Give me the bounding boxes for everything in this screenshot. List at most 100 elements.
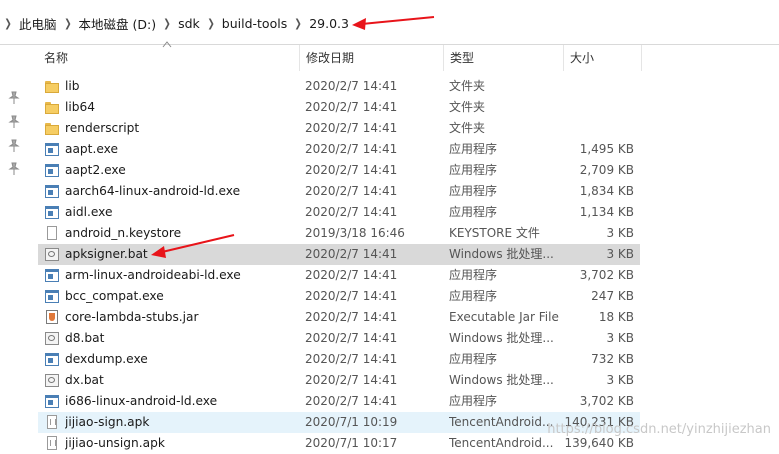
file-type: 应用程序 [449, 205, 498, 219]
breadcrumb-item-this-pc[interactable]: 此电脑 [16, 14, 60, 33]
file-row[interactable]: aapt2.exe 2020/2/7 14:41 应用程序 2,709 KB [38, 160, 640, 181]
file-row[interactable]: aapt.exe 2020/2/7 14:41 应用程序 1,495 KB [38, 139, 640, 160]
file-size: 3 KB [606, 226, 634, 240]
file-size: 1,134 KB [579, 205, 634, 219]
breadcrumb-item-sdk[interactable]: sdk [175, 16, 203, 31]
file-name: core-lambda-stubs.jar [65, 310, 199, 324]
file-name: aidl.exe [65, 205, 113, 219]
apk-icon [44, 436, 60, 451]
breadcrumb-item-version[interactable]: 29.0.3 [306, 16, 352, 31]
file-name: aapt2.exe [65, 163, 126, 177]
address-bar[interactable]: ❯ 此电脑 ❯ 本地磁盘 (D:) ❯ sdk ❯ build-tools ❯ … [0, 0, 779, 45]
chevron-right-icon[interactable]: ❯ [2, 17, 15, 30]
file-row[interactable]: dexdump.exe 2020/2/7 14:41 应用程序 732 KB [38, 349, 640, 370]
file-date: 2020/2/7 14:41 [305, 142, 398, 156]
column-header-size[interactable]: 大小 [564, 45, 642, 71]
file-type: Executable Jar File [449, 310, 559, 324]
file-type: 应用程序 [449, 268, 498, 282]
exe-icon [44, 352, 60, 367]
file-size [558, 76, 634, 97]
file-type: 应用程序 [449, 184, 498, 198]
file-date: 2020/2/7 14:41 [305, 394, 398, 408]
file-row[interactable]: core-lambda-stubs.jar 2020/2/7 14:41 Execu… [38, 307, 640, 328]
file-type: 应用程序 [449, 289, 498, 303]
pin-icon[interactable] [7, 162, 21, 176]
file-name: dexdump.exe [65, 352, 148, 366]
file-icon-cell [44, 370, 60, 391]
file-row[interactable]: aidl.exe 2020/2/7 14:41 应用程序 1,134 KB [38, 202, 640, 223]
breadcrumb-item-drive-d[interactable]: 本地磁盘 (D:) [76, 14, 160, 33]
file-date: 2020/2/7 14:41 [305, 373, 398, 387]
file-type: 文件夹 [449, 121, 486, 135]
file-row[interactable]: arm-linux-androideabi-ld.exe 2020/2/7 14:… [38, 265, 640, 286]
column-header-name[interactable]: 名称 [38, 45, 300, 71]
file-name: apksigner.bat [65, 247, 148, 261]
file-size: 247 KB [591, 289, 634, 303]
file-icon-cell [44, 349, 60, 370]
file-size: 3,702 KB [579, 268, 634, 282]
file-size: 732 KB [591, 352, 634, 366]
file-row[interactable]: lib64 2020/2/7 14:41 文件夹 [38, 97, 640, 118]
file-date: 2019/3/18 16:46 [305, 226, 405, 240]
chevron-right-icon[interactable]: ❯ [292, 17, 305, 30]
file-row[interactable]: d8.bat 2020/2/7 14:41 Windows 批处理... 3 KB [38, 328, 640, 349]
file-name: arm-linux-androideabi-ld.exe [65, 268, 241, 282]
pin-icon[interactable] [7, 139, 21, 153]
file-name: aapt.exe [65, 142, 118, 156]
file-name: jijiao-sign.apk [65, 415, 150, 429]
file-name: aarch64-linux-android-ld.exe [65, 184, 241, 198]
pin-icon[interactable] [7, 115, 21, 129]
chevron-right-icon[interactable]: ❯ [61, 17, 74, 30]
file-date: 2020/2/7 14:41 [305, 247, 398, 261]
file-list: lib 2020/2/7 14:41 文件夹 lib64 2020/2/7 14:41 文… [38, 76, 640, 454]
folder-icon [44, 100, 60, 115]
exe-icon [44, 142, 60, 157]
file-date: 2020/2/7 14:41 [305, 331, 398, 345]
file-row[interactable]: i686-linux-android-ld.exe 2020/2/7 14:41 应… [38, 391, 640, 412]
file-name: lib [65, 79, 80, 93]
exe-icon [44, 163, 60, 178]
file-name: dx.bat [65, 373, 104, 387]
file-type: Windows 批处理... [449, 331, 554, 345]
column-header-type[interactable]: 类型 [444, 45, 564, 71]
file-name: android_n.keystore [65, 226, 182, 240]
file-name: d8.bat [65, 331, 105, 345]
pin-icon[interactable] [7, 91, 21, 105]
file-size [558, 97, 634, 118]
file-icon-cell [44, 160, 60, 181]
file-row[interactable]: aarch64-linux-android-ld.exe 2020/2/7 14:… [38, 181, 640, 202]
file-type: 文件夹 [449, 79, 486, 93]
chevron-right-icon[interactable]: ❯ [204, 17, 217, 30]
file-icon-cell [44, 286, 60, 307]
file-row[interactable]: renderscript 2020/2/7 14:41 文件夹 [38, 118, 640, 139]
file-date: 2020/2/7 14:41 [305, 310, 398, 324]
file-icon-cell [44, 139, 60, 160]
file-icon [44, 226, 60, 241]
file-size: 18 KB [598, 310, 634, 324]
file-row[interactable]: android_n.keystore 2019/3/18 16:46 KEYSTOR… [38, 223, 640, 244]
file-row[interactable]: dx.bat 2020/2/7 14:41 Windows 批处理... 3 KB [38, 370, 640, 391]
exe-icon [44, 289, 60, 304]
file-type: Windows 批处理... [449, 247, 554, 261]
file-row[interactable]: lib 2020/2/7 14:41 文件夹 [38, 76, 640, 97]
file-size: 3,702 KB [579, 394, 634, 408]
file-date: 2020/2/7 14:41 [305, 163, 398, 177]
file-name: bcc_compat.exe [65, 289, 164, 303]
file-date: 2020/2/7 14:41 [305, 79, 398, 93]
file-date: 2020/2/7 14:41 [305, 184, 398, 198]
bat-icon [44, 331, 60, 346]
file-icon-cell [44, 391, 60, 412]
file-date: 2020/7/1 10:19 [305, 415, 398, 429]
file-type: Windows 批处理... [449, 373, 554, 387]
file-row[interactable]: apksigner.bat 2020/2/7 14:41 Windows 批处理..… [38, 244, 640, 265]
breadcrumb-item-build-tools[interactable]: build-tools [219, 16, 290, 31]
file-icon-cell [44, 328, 60, 349]
file-icon-cell [44, 202, 60, 223]
chevron-right-icon[interactable]: ❯ [161, 17, 174, 30]
exe-icon [44, 184, 60, 199]
file-row[interactable]: bcc_compat.exe 2020/2/7 14:41 应用程序 247 KB [38, 286, 640, 307]
file-date: 2020/2/7 14:41 [305, 268, 398, 282]
folder-icon [44, 121, 60, 136]
column-header-date[interactable]: 修改日期 [300, 45, 444, 71]
file-size: 3 KB [606, 331, 634, 345]
